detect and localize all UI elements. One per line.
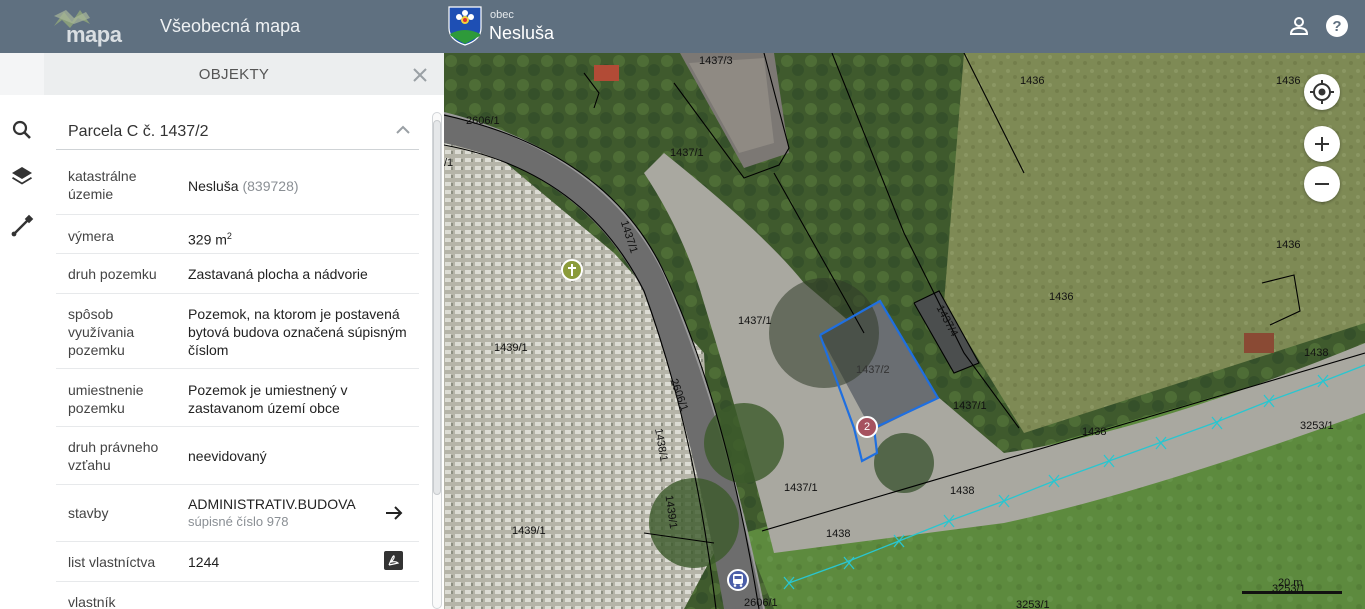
attr-row-cadastral-area: katastrálne územie Nesluša (839728) — [56, 150, 419, 215]
attr-value: Pozemok je umiestnený v zastavanom území… — [188, 382, 348, 416]
parcel-attributes: katastrálne územie Nesluša (839728) výme… — [56, 150, 419, 609]
attr-label: druh pozemku — [68, 266, 157, 282]
attr-value: ADMINISTRATIV.BUDOVA súpisné číslo 978 — [188, 495, 413, 531]
search-icon[interactable] — [9, 117, 35, 143]
attr-label: spôsob využívania pozemku — [68, 306, 135, 358]
attr-value: Nesluša (839728) — [188, 178, 299, 194]
cemetery-marker-icon[interactable] — [561, 259, 583, 281]
crosshair-icon — [1310, 80, 1334, 104]
parcel-label: 1437/3 — [699, 55, 733, 67]
panel-header: OBJEKTY — [44, 53, 444, 95]
attr-row-land-type: druh pozemku Zastavaná plocha a nádvorie — [56, 254, 419, 294]
parcel-label: 3253/1 — [1300, 420, 1334, 432]
parcel-label: 1437/2 — [856, 364, 890, 376]
attr-row-area: výmera 329 m2 — [56, 215, 419, 254]
map-view[interactable]: 1437/3 1437/1 2606/1 1436 1436 1436 1436… — [444, 53, 1365, 609]
attr-label: stavby — [68, 505, 109, 521]
attr-value: 1244 — [188, 554, 220, 570]
bus-stop-icon[interactable] — [727, 569, 749, 591]
parcel-label: 1438 — [826, 528, 851, 540]
parcel-label: 1436 — [1049, 291, 1074, 303]
mapa-logo[interactable]: mapa — [52, 8, 122, 47]
app-header: mapa Všeobecná mapa obec Nesluša ? — [0, 0, 1365, 53]
parcel-label: 1438 — [1082, 426, 1107, 438]
tool-rail — [0, 53, 44, 609]
parcel-label: 1439/1 — [512, 525, 546, 537]
attr-row-owner: vlastník — [56, 582, 419, 609]
attr-row-ownership-sheet: list vlastníctva 1244 — [56, 542, 419, 582]
pdf-icon[interactable] — [384, 551, 403, 570]
municipality-crest-icon — [448, 6, 482, 46]
attr-label: umiestnenie pozemku — [68, 382, 144, 416]
building-name[interactable]: ADMINISTRATIV.BUDOVA — [188, 495, 413, 513]
panel-scrollbar[interactable] — [430, 112, 443, 609]
plus-icon — [1315, 137, 1329, 151]
parcel-label: 1437/1 — [953, 400, 987, 412]
arrow-right-icon[interactable] — [383, 502, 405, 524]
scale-bar: 20 m — [1242, 575, 1365, 595]
locate-button[interactable] — [1304, 74, 1340, 110]
attr-value: neevidovaný — [188, 448, 267, 464]
attr-label: katastrálne územie — [68, 168, 137, 202]
orthophoto-base — [444, 53, 1365, 609]
scroll-thumb[interactable] — [433, 120, 441, 495]
attr-label: vlastník — [68, 594, 116, 609]
parcel-label: /1 — [444, 157, 454, 169]
help-icon[interactable]: ? — [1325, 14, 1349, 38]
parcel-label: 1436 — [1276, 75, 1301, 87]
panel-title: OBJEKTY — [198, 66, 270, 83]
logo-text: mapa — [66, 22, 122, 47]
attr-row-buildings: stavby ADMINISTRATIV.BUDOVA súpisné čísl… — [56, 485, 419, 542]
rail-top-strip — [0, 53, 44, 95]
user-icon[interactable] — [1287, 14, 1311, 38]
zoom-in-button[interactable] — [1304, 126, 1340, 162]
parcel-label: 1438 — [950, 485, 975, 497]
attr-value: Pozemok, na ktorom je postavená bytová b… — [188, 306, 407, 358]
municipality-name[interactable]: Nesluša — [489, 23, 554, 44]
layers-icon[interactable] — [9, 163, 35, 189]
app-title: Všeobecná mapa — [160, 16, 301, 36]
parcel-label: 1438 — [1304, 347, 1329, 359]
parcel-label: 1437/1 — [670, 147, 704, 159]
close-icon[interactable] — [410, 65, 430, 85]
parcel-label: 1437/1 — [784, 482, 818, 494]
minus-icon — [1315, 183, 1329, 185]
parcel-label: 1437/1 — [738, 315, 772, 327]
parcel-label: 2606/1 — [466, 115, 500, 127]
attr-row-legal-relation: druh právneho vzťahu neevidovaný — [56, 427, 419, 485]
scale-label: 20 m — [1278, 577, 1303, 589]
parcel-label: 3253/1 — [1016, 599, 1050, 609]
attr-value: 329 m2 — [188, 231, 232, 248]
building-count-marker[interactable]: 2 — [856, 416, 878, 438]
municipality-label: obec — [490, 9, 514, 21]
parcel-label: 1436 — [1276, 239, 1301, 251]
attr-row-land-use: spôsob využívania pozemku Pozemok, na kt… — [56, 294, 419, 369]
parcel-label: 1439/1 — [494, 342, 528, 354]
measure-tool-icon[interactable] — [9, 213, 35, 239]
attr-label: list vlastníctva — [68, 554, 156, 570]
attr-label: výmera — [68, 228, 114, 244]
objects-panel: OBJEKTY Parcela C č. 1437/2 katastrálne … — [44, 53, 444, 609]
attr-value: Zastavaná plocha a nádvorie — [188, 266, 368, 282]
parcel-label: 2606/1 — [744, 597, 778, 609]
attr-label: druh právneho vzťahu — [68, 439, 159, 473]
parcel-label: 1436 — [1020, 75, 1045, 87]
building-number: súpisné číslo 978 — [188, 514, 289, 529]
parcel-title: Parcela C č. 1437/2 — [68, 123, 209, 140]
scale-line — [1242, 591, 1342, 594]
zoom-out-button[interactable] — [1304, 166, 1340, 202]
chevron-up-icon[interactable] — [394, 121, 412, 139]
svg-text:?: ? — [1332, 18, 1341, 35]
attr-row-location: umiestnenie pozemku Pozemok je umiestnen… — [56, 369, 419, 427]
